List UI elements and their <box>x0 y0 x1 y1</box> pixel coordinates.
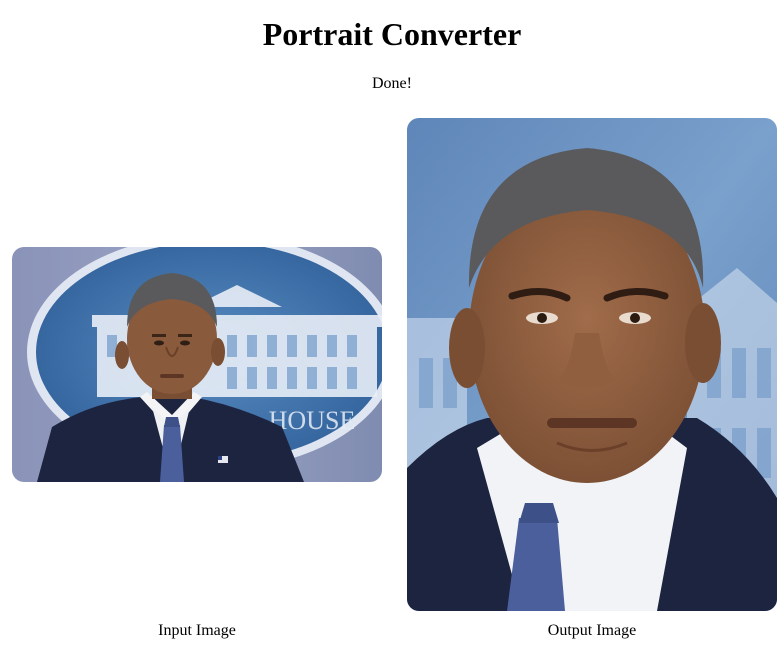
output-image <box>407 118 777 611</box>
page-title: Portrait Converter <box>262 16 522 52</box>
input-image-caption: Input Image <box>158 622 236 639</box>
input-image: HOUSE <box>12 247 382 482</box>
input-image-graphic: HOUSE <box>12 247 382 482</box>
status-message: Done! <box>372 75 412 92</box>
output-image-caption: Output Image <box>547 622 637 639</box>
output-image-graphic <box>407 118 777 611</box>
